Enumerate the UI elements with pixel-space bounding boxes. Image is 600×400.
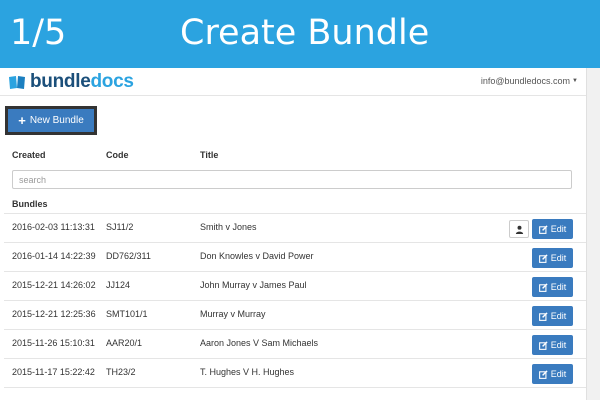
cell-created: 2015-12-21 14:26:02 [12, 280, 96, 290]
edit-label: Edit [550, 282, 567, 292]
column-header-title[interactable]: Title [200, 150, 218, 160]
edit-button[interactable]: Edit [532, 335, 573, 355]
books-logo-icon [9, 75, 25, 89]
cell-title[interactable]: Smith v Jones [200, 222, 257, 232]
logo-wordmark: bundledocs [30, 71, 134, 93]
edit-icon [538, 253, 548, 263]
logo-wordmark-part1: bundle [30, 71, 91, 92]
search-input[interactable] [12, 170, 572, 189]
cell-code: DD762/311 [106, 251, 151, 261]
plus-icon: + [18, 113, 26, 128]
bundles-section-label: Bundles [12, 199, 48, 209]
table-row[interactable]: 2016-01-14 14:22:39 DD762/311 Don Knowles … [4, 243, 586, 272]
new-bundle-highlight: + New Bundle [5, 106, 97, 135]
table-row[interactable]: 2015-12-21 12:25:36 SMT101/1 Murray v Murr… [4, 301, 586, 330]
account-menu[interactable]: info@bundledocs.com ▼ [481, 76, 578, 86]
edit-icon [538, 224, 548, 234]
cell-title[interactable]: Aaron Jones V Sam Michaels [200, 338, 318, 348]
edit-button[interactable]: Edit [532, 277, 573, 297]
table-row[interactable]: 2015-12-21 14:26:02 JJ124 John Murray v Ja… [4, 272, 586, 301]
cell-created: 2015-11-17 15:22:42 [12, 367, 95, 377]
bundledocs-logo[interactable]: bundledocs [8, 71, 134, 93]
edit-label: Edit [550, 224, 567, 234]
edit-label: Edit [550, 369, 567, 379]
edit-icon [538, 340, 548, 350]
edit-icon [538, 282, 548, 292]
edit-icon [538, 311, 548, 321]
cell-code: TH23/2 [106, 367, 136, 377]
step-counter: 1/5 [10, 13, 67, 53]
cell-code: SJ11/2 [106, 222, 134, 232]
edit-icon [538, 369, 548, 379]
cell-title[interactable]: Don Knowles v David Power [200, 251, 314, 261]
edit-button[interactable]: Edit [532, 364, 573, 384]
edit-label: Edit [550, 253, 567, 263]
column-header-created[interactable]: Created [12, 150, 46, 160]
share-user-button[interactable] [509, 220, 529, 238]
tutorial-banner: 1/5 Create Bundle [0, 0, 600, 68]
cell-created: 2015-11-26 15:10:31 [12, 338, 95, 348]
cell-code: JJ124 [106, 280, 131, 290]
cell-code: SMT101/1 [106, 309, 148, 319]
table-row[interactable]: 2016-02-03 11:13:31 SJ11/2 Smith v Jones Ed… [4, 214, 586, 243]
cell-created: 2016-02-03 11:13:31 [12, 222, 95, 232]
cell-created: 2015-12-21 12:25:36 [12, 309, 96, 319]
account-email: info@bundledocs.com [480, 76, 571, 86]
caret-down-icon: ▼ [572, 78, 578, 84]
new-bundle-label: New Bundle [29, 115, 84, 126]
table-row[interactable]: 2015-11-17 15:22:42 TH23/2 T. Hughes V H. … [4, 359, 586, 388]
edit-label: Edit [550, 311, 567, 321]
edit-button[interactable]: Edit [532, 219, 573, 239]
cell-title[interactable]: T. Hughes V H. Hughes [200, 367, 294, 377]
column-header-code[interactable]: Code [106, 150, 129, 160]
cell-created: 2016-01-14 14:22:39 [12, 251, 96, 261]
cell-title[interactable]: Murray v Murray [200, 309, 266, 319]
app-header: bundledocs info@bundledocs.com ▼ [0, 68, 586, 96]
edit-button[interactable]: Edit [532, 306, 573, 326]
user-icon [515, 225, 523, 234]
new-bundle-button[interactable]: + New Bundle [8, 109, 94, 132]
page-scrollbar[interactable] [586, 68, 600, 400]
edit-button[interactable]: Edit [532, 248, 573, 268]
edit-label: Edit [550, 340, 567, 350]
cell-title[interactable]: John Murray v James Paul [200, 280, 307, 290]
table-row[interactable]: 2015-11-26 15:10:31 AAR20/1 Aaron Jones V … [4, 330, 586, 359]
logo-wordmark-part2: docs [90, 71, 134, 92]
banner-title: Create Bundle [180, 13, 430, 53]
cell-code: AAR20/1 [106, 338, 143, 348]
